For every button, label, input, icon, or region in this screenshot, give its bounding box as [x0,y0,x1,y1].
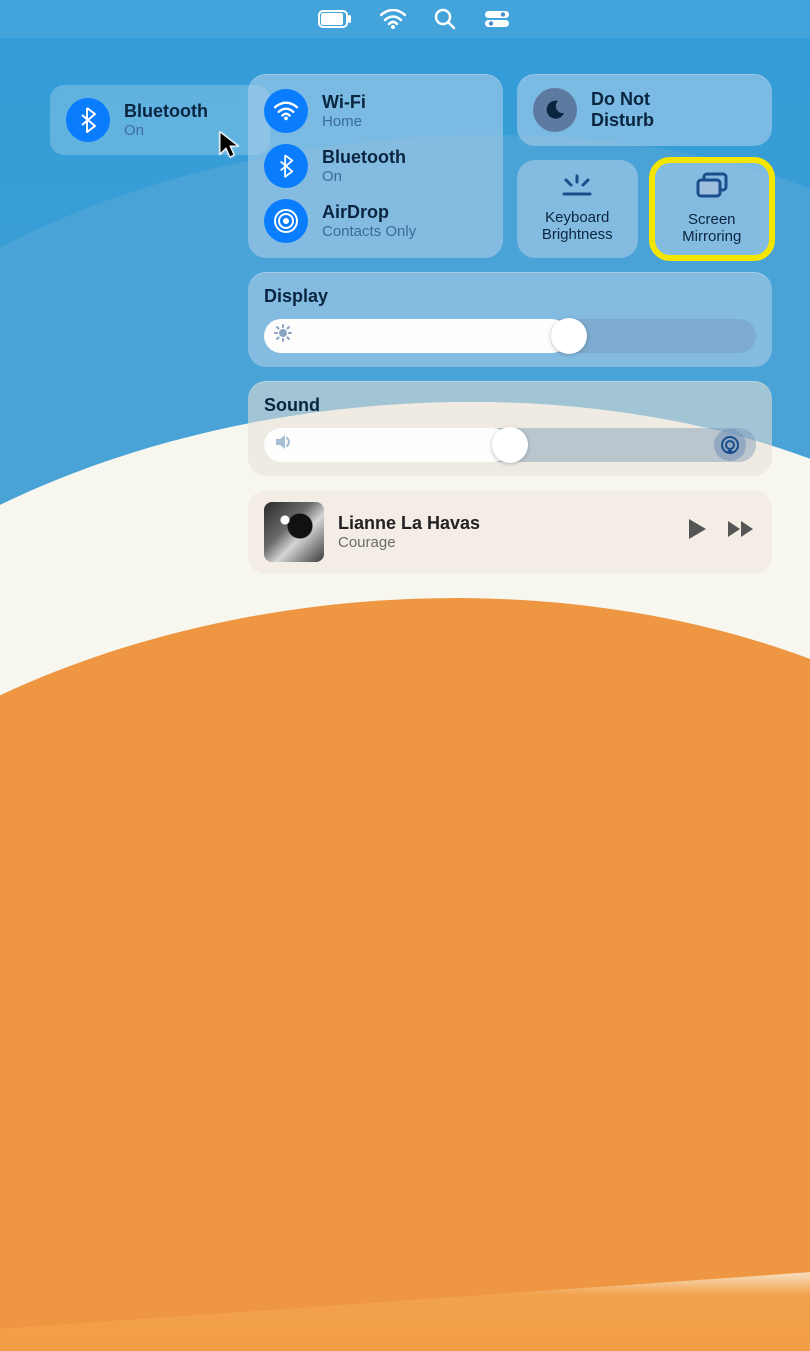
album-artwork [264,502,324,562]
moon-icon [533,88,577,132]
wifi-icon [264,89,308,133]
now-playing-subtitle: Courage [338,534,480,551]
airdrop-row[interactable]: AirDrop Contacts Only [264,199,487,243]
do-not-disturb-card[interactable]: Do Not Disturb [517,74,772,146]
play-button[interactable] [686,517,708,546]
network-card: Wi-Fi Home Bluetooth On AirDrop Contacts… [248,74,503,258]
airdrop-title: AirDrop [322,202,416,223]
now-playing-card[interactable]: Lianne La Havas Courage [248,490,772,574]
control-center-icon[interactable] [484,10,510,28]
kb-label-line2: Brightness [542,226,613,243]
wifi-status: Home [322,113,366,130]
bluetooth-title: Bluetooth [322,147,406,168]
brightness-icon [274,324,292,347]
sm-label-line1: Screen [688,211,736,228]
wifi-row[interactable]: Wi-Fi Home [264,89,487,133]
sound-card: Sound [248,381,772,476]
screen-mirroring-button[interactable]: Screen Mirroring [652,160,773,258]
sound-slider[interactable] [264,428,756,462]
display-slider[interactable] [264,319,756,353]
spotlight-icon[interactable] [434,8,456,30]
now-playing-title: Lianne La Havas [338,513,480,534]
bluetooth-icon [66,98,110,142]
volume-icon [274,433,294,456]
sound-slider-knob[interactable] [492,427,528,463]
airdrop-status: Contacts Only [322,223,416,240]
kb-label-line1: Keyboard [545,209,609,226]
tooltip-status: On [124,122,208,139]
display-card: Display [248,272,772,367]
tooltip-title: Bluetooth [124,101,208,122]
tooltip-text: Bluetooth On [124,101,208,139]
control-center-panel: Wi-Fi Home Bluetooth On AirDrop Contacts… [234,60,786,588]
airplay-audio-icon[interactable] [714,429,746,461]
sm-label-line2: Mirroring [682,228,741,245]
menu-bar [0,0,810,38]
cursor-pointer-icon [218,130,240,163]
next-button[interactable] [726,519,756,544]
mini-controls: Keyboard Brightness Screen Mirroring [517,160,772,258]
bluetooth-icon [264,144,308,188]
wifi-title: Wi-Fi [322,92,366,113]
keyboard-brightness-button[interactable]: Keyboard Brightness [517,160,638,258]
display-label: Display [264,286,756,307]
screen-mirroring-icon [695,172,729,203]
wifi-icon[interactable] [380,9,406,29]
keyboard-brightness-icon [560,174,594,201]
sound-label: Sound [264,395,756,416]
display-slider-knob[interactable] [551,318,587,354]
dnd-label-line2: Disturb [591,110,654,131]
bluetooth-status: On [322,168,406,185]
airdrop-icon [264,199,308,243]
battery-icon[interactable] [318,10,352,28]
dnd-label-line1: Do Not [591,89,654,110]
bluetooth-row[interactable]: Bluetooth On [264,144,487,188]
